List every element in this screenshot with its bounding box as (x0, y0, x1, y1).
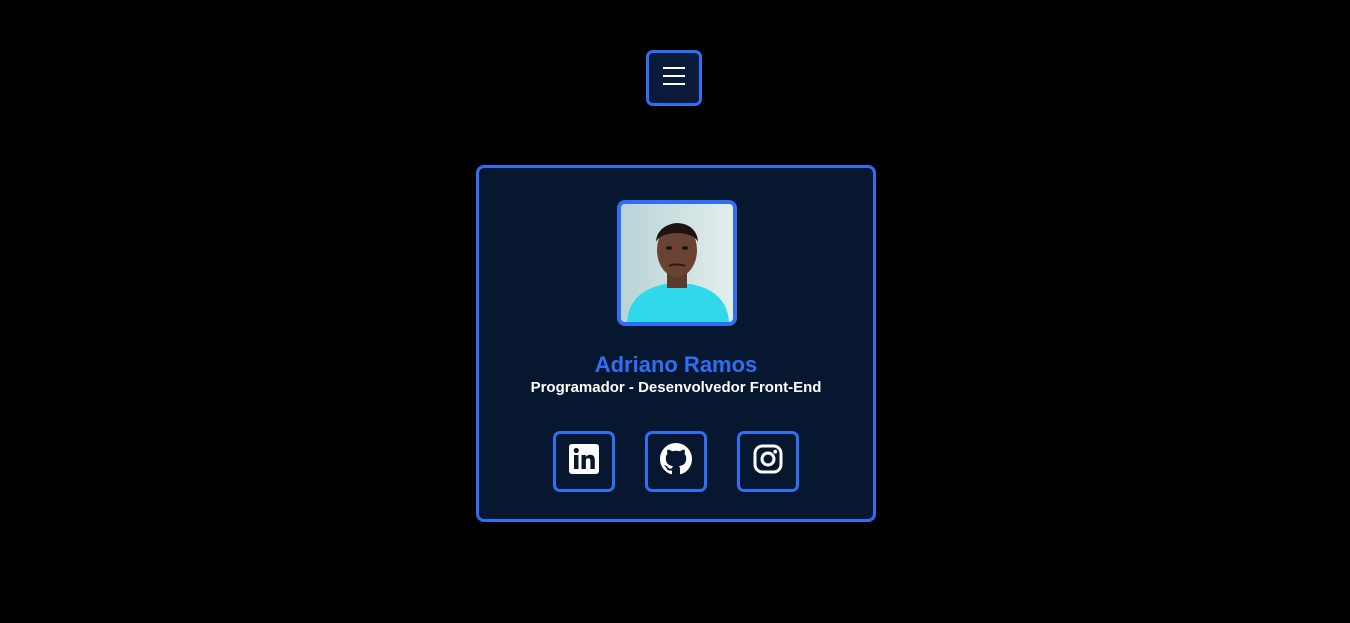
github-icon (660, 443, 692, 480)
instagram-icon (752, 443, 784, 480)
instagram-button[interactable] (737, 431, 799, 492)
profile-name: Adriano Ramos (594, 352, 758, 377)
linkedin-icon (568, 443, 600, 480)
profile-photo (617, 200, 737, 326)
github-button[interactable] (645, 431, 707, 492)
hamburger-menu-icon (662, 65, 686, 92)
profile-role: Programador - Desenvolvedor Front-End (530, 379, 822, 396)
linkedin-button[interactable] (553, 431, 615, 492)
profile-card: Adriano Ramos Programador - Desenvolvedo… (476, 165, 876, 522)
menu-button[interactable] (646, 50, 702, 106)
